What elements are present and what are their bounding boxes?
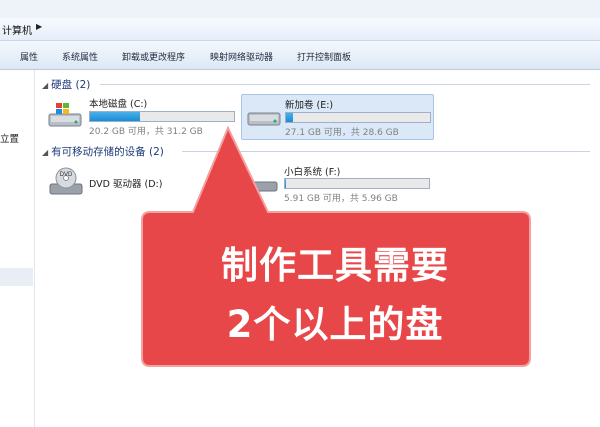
callout-line-1: 制作工具需要	[221, 244, 449, 287]
callout-line-2: 2个以上的盘	[226, 303, 444, 346]
router-logo-icon	[475, 367, 511, 403]
watermark-url: luyouqi.com	[520, 394, 593, 405]
watermark: 路由器 luyouqi.com	[470, 360, 600, 427]
